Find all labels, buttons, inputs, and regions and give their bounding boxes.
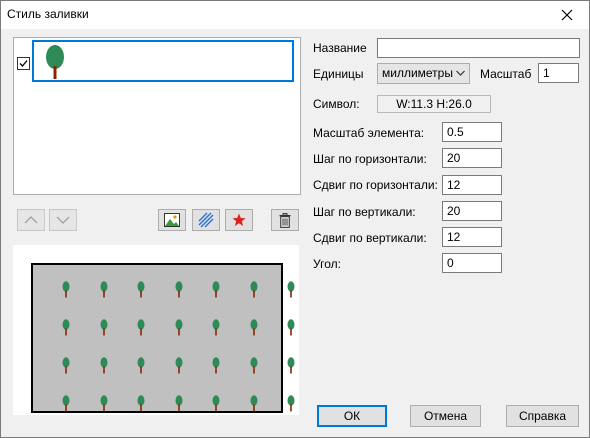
tree-icon — [212, 357, 220, 374]
ok-button[interactable]: ОК — [317, 405, 387, 427]
h-step-label: Шаг по горизонтали: — [313, 152, 427, 166]
tree-icon — [137, 319, 145, 336]
units-select[interactable]: миллиметры — [377, 63, 470, 84]
v-step-label: Шаг по вертикали: — [313, 205, 416, 219]
tree-icon — [137, 281, 145, 298]
angle-input[interactable]: 0 — [442, 253, 502, 273]
tree-icon — [46, 45, 64, 79]
fill-preview — [31, 263, 295, 413]
tree-icon — [137, 357, 145, 374]
tree-icon — [287, 357, 295, 374]
units-select-value: миллиметры — [382, 66, 453, 80]
v-shift-input[interactable]: 12 — [442, 227, 502, 247]
angle-label: Угол: — [313, 257, 341, 271]
h-step-input[interactable]: 20 — [442, 148, 502, 168]
scale-input[interactable]: 1 — [538, 63, 579, 83]
tree-icon — [100, 357, 107, 374]
h-shift-input[interactable]: 12 — [442, 175, 502, 195]
star-icon — [232, 213, 246, 226]
tree-icon — [250, 281, 257, 298]
tree-icon — [212, 395, 220, 412]
add-image-button[interactable] — [158, 209, 186, 231]
checkmark-icon — [19, 60, 28, 67]
v-shift-label: Сдвиг по вертикали: — [313, 231, 427, 245]
tree-icon — [100, 395, 107, 412]
symbol-size-display: W:11.3 H:26.0 — [377, 95, 491, 113]
tree-icon — [287, 395, 295, 412]
move-down-button[interactable] — [49, 209, 77, 231]
window-title: Стиль заливки — [7, 7, 89, 21]
tree-icon — [175, 357, 182, 374]
tree-icon — [250, 357, 257, 374]
close-icon — [561, 9, 573, 21]
tree-icon — [287, 281, 295, 298]
tree-icon — [62, 319, 70, 336]
preview-panel — [13, 245, 299, 415]
element-scale-label: Масштаб элемента: — [313, 126, 425, 140]
tree-icon — [62, 281, 70, 298]
tree-icon — [250, 319, 257, 336]
tree-icon — [175, 395, 182, 412]
cancel-button[interactable]: Отмена — [410, 405, 481, 427]
add-symbol-button[interactable] — [225, 209, 253, 231]
move-up-button[interactable] — [17, 209, 45, 231]
symbol-list[interactable] — [13, 37, 301, 195]
name-input[interactable] — [377, 38, 580, 58]
image-icon — [164, 213, 180, 227]
list-item[interactable] — [32, 40, 294, 82]
tree-icon — [212, 319, 220, 336]
trash-icon — [279, 212, 291, 228]
name-label: Название — [313, 41, 367, 55]
symbol-label: Символ: — [313, 97, 360, 111]
fill-style-dialog: Стиль заливки Название Единицы миллиметр… — [0, 0, 590, 438]
hatch-icon — [198, 212, 214, 228]
close-button[interactable] — [545, 1, 589, 29]
chevron-down-icon — [456, 70, 465, 76]
tree-icon — [287, 319, 295, 336]
tree-icon — [62, 357, 70, 374]
tree-icon — [175, 281, 182, 298]
chevron-down-icon — [56, 216, 70, 224]
title-bar: Стиль заливки — [1, 1, 589, 29]
help-button[interactable]: Справка — [506, 405, 579, 427]
list-item-checkbox[interactable] — [17, 57, 30, 70]
tree-icon — [100, 319, 107, 336]
tree-icon — [100, 281, 107, 298]
add-hatch-button[interactable] — [192, 209, 220, 231]
scale-label: Масштаб — [480, 67, 532, 81]
units-label: Единицы — [313, 67, 364, 81]
tree-icon — [62, 395, 70, 412]
h-shift-label: Сдвиг по горизонтали: — [313, 178, 438, 192]
element-scale-input[interactable]: 0.5 — [442, 122, 502, 142]
delete-button[interactable] — [271, 209, 299, 231]
tree-icon — [250, 395, 257, 412]
tree-icon — [212, 281, 220, 298]
v-step-input[interactable]: 20 — [442, 201, 502, 221]
chevron-up-icon — [24, 216, 38, 224]
tree-icon — [137, 395, 145, 412]
tree-icon — [175, 319, 182, 336]
